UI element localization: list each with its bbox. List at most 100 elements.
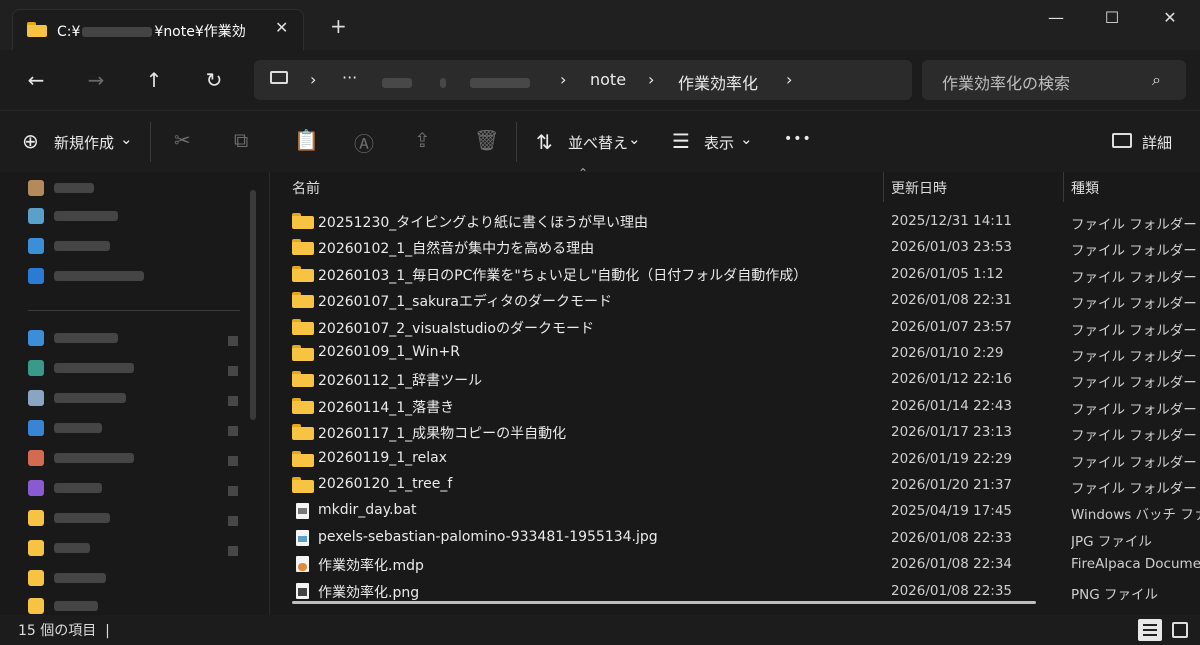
sort-icon[interactable]: ⇅ [536, 130, 553, 154]
sidebar-item-home[interactable] [28, 180, 94, 202]
file-name[interactable]: 20260107_2_visualstudioのダークモード [318, 318, 594, 338]
sidebar-item-gallery[interactable] [28, 208, 118, 230]
cut-icon[interactable]: ✂ [174, 128, 191, 152]
sidebar-item-folder[interactable] [28, 540, 90, 562]
file-name[interactable]: 20251230_タイピングより紙に書くほうが早い理由 [318, 212, 648, 232]
file-modified-date: 2026/01/08 22:34 [891, 556, 1013, 572]
file-name[interactable]: 作業効率化.png [318, 582, 419, 602]
sidebar-item-music[interactable] [28, 450, 134, 472]
file-modified-date: 2026/01/08 22:31 [891, 292, 1013, 308]
sidebar-item-downloads[interactable] [28, 360, 134, 382]
cloud-icon [28, 238, 44, 254]
maximize-button[interactable]: ☐ [1092, 8, 1132, 32]
new-button[interactable]: 新規作成 [54, 132, 114, 153]
details-view-button[interactable] [1138, 619, 1162, 641]
folder-icon [292, 345, 314, 361]
desktop-icon [28, 330, 44, 346]
file-row[interactable] [284, 500, 1200, 526]
sidebar-item-desktop[interactable] [28, 330, 118, 352]
column-divider[interactable] [883, 172, 884, 202]
file-name[interactable]: 20260119_1_relax [318, 450, 447, 466]
file-name[interactable]: 20260102_1_自然音が集中力を高める理由 [318, 238, 594, 258]
folder-icon [292, 239, 314, 255]
sidebar-item-folder[interactable] [28, 570, 106, 592]
chevron-down-icon[interactable]: ⌄ [120, 130, 133, 148]
sidebar-item-onedrive[interactable] [28, 268, 144, 290]
file-name[interactable]: mkdir_day.bat [318, 502, 416, 518]
pin-icon [228, 546, 238, 556]
file-name[interactable]: 20260109_1_Win+R [318, 344, 460, 360]
breadcrumb-separator: › [648, 70, 655, 89]
file-name[interactable]: 20260112_1_辞書ツール [318, 370, 482, 390]
monitor-icon[interactable] [270, 71, 288, 84]
file-name[interactable]: 20260120_1_tree_f [318, 476, 452, 492]
column-name[interactable]: 名前 [292, 178, 320, 198]
breadcrumb-hidden-folder[interactable] [440, 76, 530, 92]
file-modified-date: 2026/01/08 22:33 [891, 530, 1013, 546]
file-type: ファイル フォルダー [1071, 375, 1197, 391]
column-modified[interactable]: 更新日時 [891, 178, 947, 198]
pin-icon [228, 426, 238, 436]
file-name[interactable]: 作業効率化.mdp [318, 555, 424, 575]
view-icon[interactable]: ☰ [672, 129, 690, 153]
file-modified-date: 2026/01/03 23:53 [891, 239, 1013, 255]
file-name[interactable]: pexels-sebastian-palomino-933481-1955134… [318, 529, 658, 545]
breadcrumb-overflow[interactable]: ··· [342, 68, 357, 87]
more-options-button[interactable]: ••• [784, 131, 812, 147]
folder-icon [292, 266, 314, 282]
file-type: FireAlpaca Document [1071, 556, 1200, 572]
sidebar-item-documents[interactable] [28, 390, 126, 412]
paste-icon[interactable]: 📋 [294, 128, 319, 152]
column-type[interactable]: 種類 [1071, 178, 1099, 198]
file-type: ファイル フォルダー [1071, 270, 1197, 286]
close-window-button[interactable]: ✕ [1150, 8, 1190, 32]
breadcrumb-hidden-user[interactable] [382, 76, 412, 92]
new-icon[interactable]: ⊕ [22, 129, 39, 153]
delete-icon[interactable]: 🗑 [474, 128, 499, 152]
breadcrumb-current[interactable]: 作業効率化 [678, 70, 758, 94]
sidebar-divider [28, 310, 240, 311]
file-name[interactable]: 20260114_1_落書き [318, 397, 454, 417]
file-name[interactable]: 20260107_1_sakuraエディタのダークモード [318, 291, 612, 311]
folder-icon [28, 598, 44, 614]
details-pane-icon[interactable] [1112, 133, 1132, 148]
status-bar [0, 615, 1200, 645]
up-button[interactable]: ↑ [136, 62, 172, 98]
sidebar-item-cloud[interactable] [28, 238, 110, 260]
sidebar-scrollbar[interactable] [250, 190, 256, 420]
file-modified-date: 2026/01/12 22:16 [891, 371, 1013, 387]
sort-button[interactable]: 並べ替え [568, 132, 628, 153]
search-icon[interactable]: ⌕ [1152, 70, 1161, 90]
rename-icon[interactable]: Ⓐ [354, 128, 374, 157]
chevron-down-icon[interactable]: ⌄ [740, 130, 753, 148]
folder-icon [292, 424, 314, 440]
copy-icon[interactable]: ⧉ [234, 128, 248, 152]
file-name[interactable]: 20260103_1_毎日のPC作業を"ちょい足し"自動化（日付フォルダ自動作成… [318, 265, 807, 285]
sidebar-item-pictures[interactable] [28, 420, 102, 442]
column-divider[interactable] [1063, 172, 1064, 202]
close-tab-button[interactable]: ✕ [275, 18, 288, 37]
breadcrumb-separator[interactable]: › [310, 70, 316, 89]
refresh-button[interactable]: ↻ [196, 62, 232, 98]
file-name[interactable]: 20260117_1_成果物コピーの半自動化 [318, 423, 566, 443]
sidebar-item-videos[interactable] [28, 480, 102, 502]
gallery-icon [28, 208, 44, 224]
view-button[interactable]: 表示 [704, 132, 734, 153]
breadcrumb-separator[interactable]: › [786, 70, 792, 89]
chevron-down-icon[interactable]: ⌄ [628, 130, 641, 148]
tab-current[interactable]: C:¥ ¥note¥作業効 ✕ [12, 9, 304, 50]
horizontal-scrollbar[interactable] [292, 601, 1036, 604]
large-icons-view-button[interactable] [1168, 619, 1192, 641]
breadcrumb-note[interactable]: note [590, 70, 626, 89]
pin-icon [228, 396, 238, 406]
sidebar-item-folder[interactable] [28, 510, 110, 532]
new-tab-button[interactable]: + [330, 16, 347, 36]
item-count: 15 個の項目 | [18, 623, 110, 639]
forward-button[interactable]: → [78, 62, 114, 98]
breadcrumb-separator: › [560, 70, 567, 89]
minimize-button[interactable]: — [1036, 8, 1076, 32]
search-input[interactable]: 作業効率化の検索 [942, 70, 1070, 94]
share-icon[interactable]: ⇪ [414, 128, 431, 152]
back-button[interactable]: ← [18, 62, 54, 98]
details-button[interactable]: 詳細 [1142, 132, 1172, 153]
